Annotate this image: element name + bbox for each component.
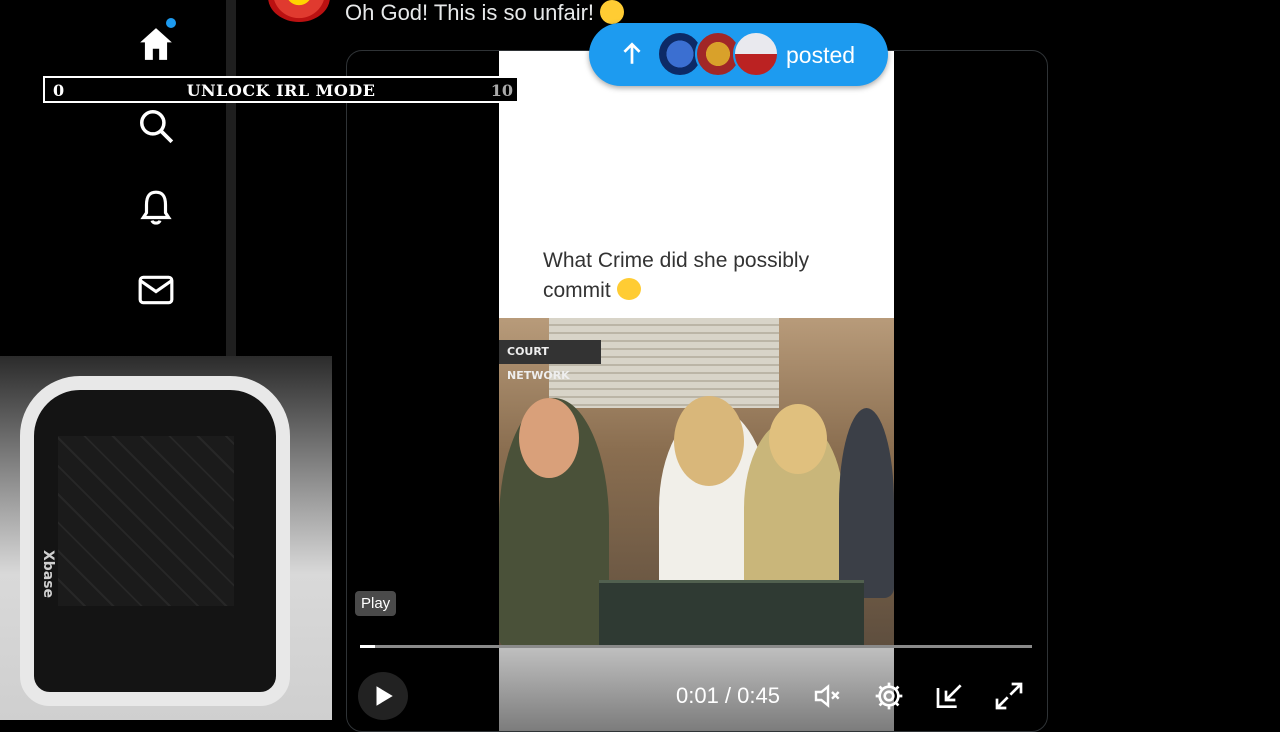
play-button[interactable] (358, 672, 408, 720)
post-text: Oh God! This is so unfair! (345, 0, 625, 26)
video-progress-fill (360, 645, 375, 648)
surprised-emoji-icon (600, 0, 625, 24)
mail-icon[interactable] (136, 270, 176, 310)
person-woman-right-head (769, 404, 827, 474)
video-caption: What Crime did she possibly commit (543, 246, 863, 306)
person-woman-center-head (674, 396, 744, 486)
posted-label: posted (786, 42, 856, 68)
courtroom-case (599, 580, 864, 648)
new-posts-pill[interactable]: posted (589, 23, 888, 86)
volume-button[interactable] (810, 678, 846, 714)
play-tooltip: Play (355, 591, 397, 616)
arrow-up-icon (619, 39, 645, 73)
picture-in-picture-button[interactable] (932, 678, 968, 714)
video-caption-text: What Crime did she possibly commit (543, 249, 810, 302)
home-icon[interactable] (136, 24, 176, 64)
post-text-content: Oh God! This is so unfair! (345, 0, 595, 25)
poster-avatar-3 (733, 31, 779, 77)
irl-bar-max: 10 (490, 81, 513, 100)
irl-mode-bar: 0 UNLOCK IRL MODE 10 (43, 76, 519, 103)
fullscreen-button[interactable] (991, 678, 1027, 714)
pip-icon (936, 684, 962, 708)
video-time: 0:01 / 0:45 (676, 683, 780, 708)
volume-icon (814, 684, 840, 708)
gear-icon (875, 682, 903, 710)
court-network-logo: COURT NETWORK (499, 340, 601, 382)
irl-bar-title: UNLOCK IRL MODE (186, 81, 376, 100)
crying-emoji-icon (616, 278, 641, 300)
fullscreen-icon (995, 682, 1023, 710)
settings-button[interactable] (871, 678, 907, 714)
webcam-overlay: Xbase (0, 356, 332, 720)
post-author-avatar[interactable] (268, 0, 330, 22)
search-icon[interactable] (136, 106, 176, 146)
chair-brand-label: Xbase (40, 549, 57, 599)
bell-icon[interactable] (136, 188, 176, 228)
person-man-left-head (519, 398, 579, 478)
notification-dot (166, 18, 176, 28)
person-man-right (839, 408, 894, 598)
video-player[interactable]: What Crime did she possibly commit COURT… (346, 50, 1048, 732)
courtroom-scene: COURT NETWORK (499, 318, 894, 648)
chair-quilting (58, 436, 234, 606)
video-frame: What Crime did she possibly commit COURT… (499, 51, 894, 731)
play-icon (376, 686, 393, 706)
video-progress-bar[interactable] (360, 645, 1032, 648)
